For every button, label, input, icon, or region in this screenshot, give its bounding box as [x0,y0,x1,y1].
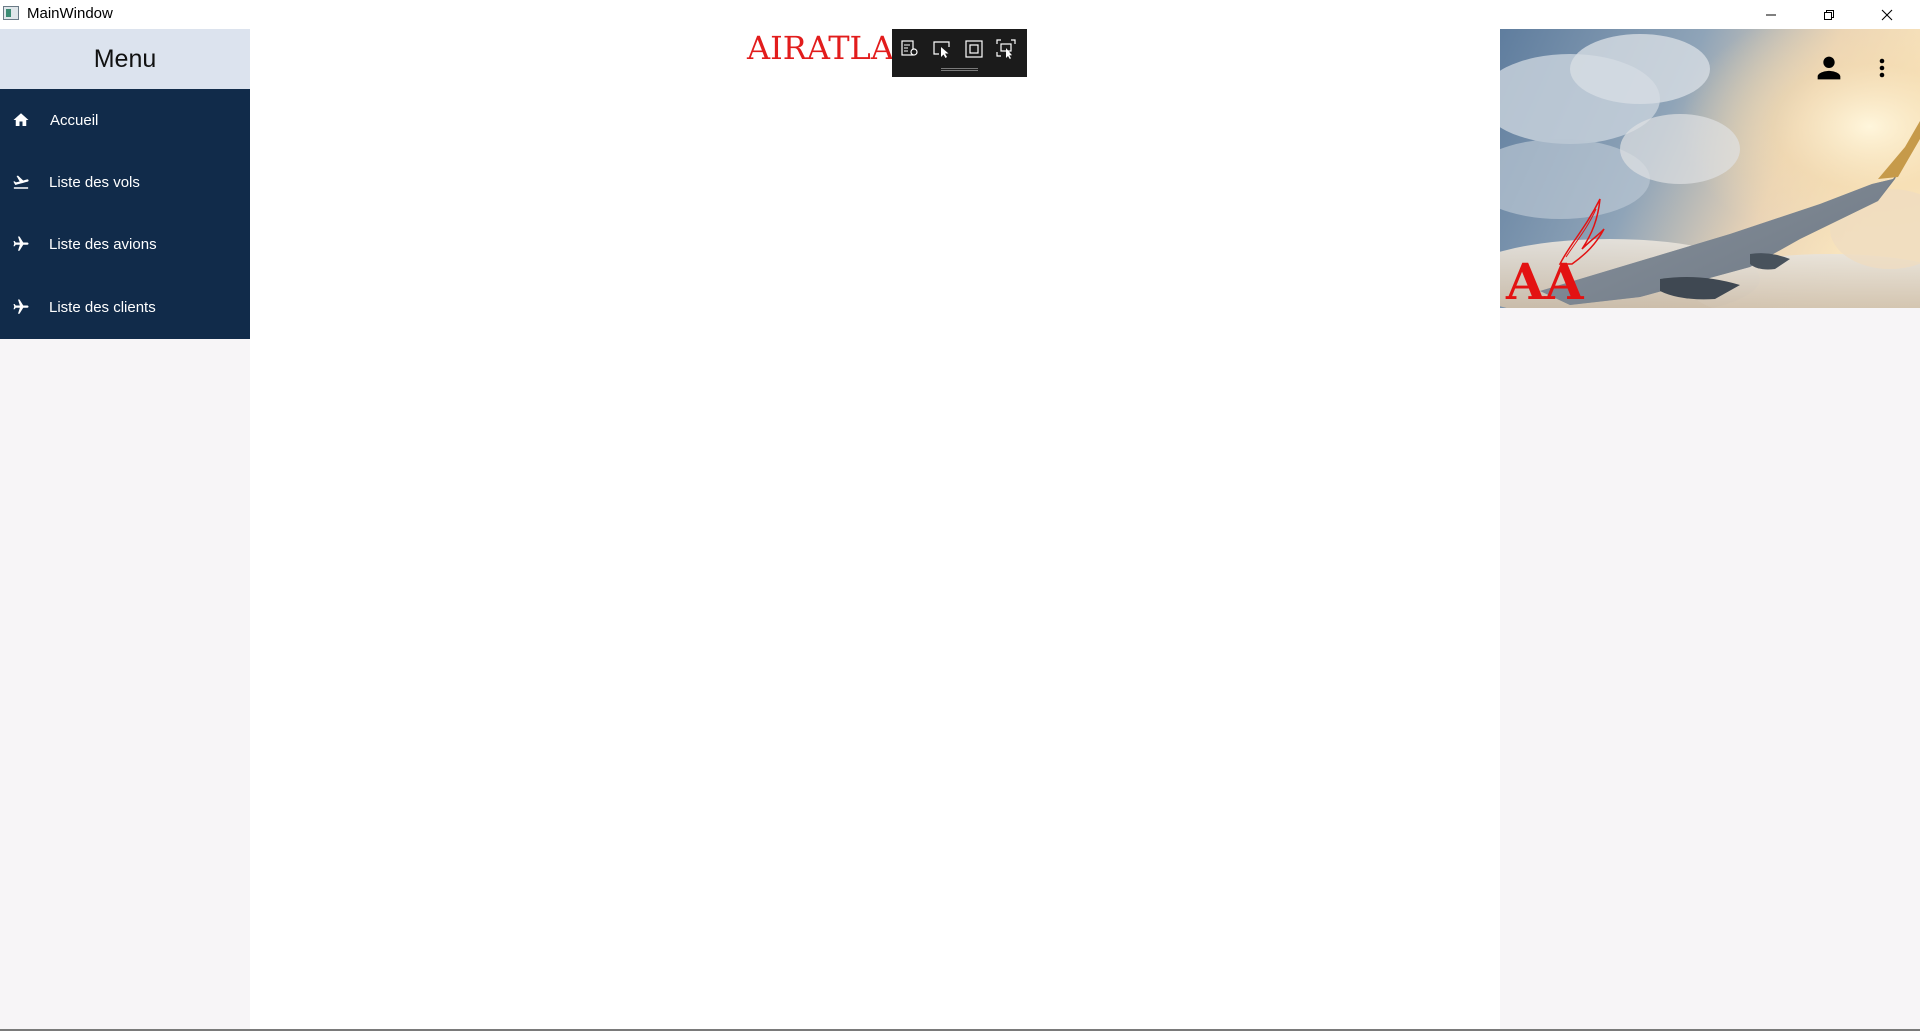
window-title: MainWindow [27,5,113,22]
brand-title: AIRATLA [747,29,894,67]
menu-title: Menu [93,44,157,73]
menu-header: Menu [0,29,250,89]
minimize-icon [1766,14,1776,15]
flight-takeoff-icon [11,172,31,192]
main-content: AIRATLA [250,29,1500,1031]
close-button[interactable] [1858,0,1916,29]
sidebar-item-label: Liste des vols [49,173,140,191]
sidebar-item-label: Liste des avions [49,235,157,253]
app-window-icon [3,6,19,20]
select-element-icon [933,41,950,58]
display-layout-adorners-button[interactable] [962,37,986,61]
track-focused-element-button[interactable] [994,37,1018,61]
toolbar-grip[interactable] [941,68,978,71]
minimize-button[interactable] [1742,0,1800,29]
select-element-button[interactable] [930,37,954,61]
sidebar: Menu Accueil Liste des vols Liste des av… [0,29,250,1031]
restore-icon [1824,9,1834,20]
live-visual-tree-icon [901,40,918,56]
account-button[interactable] [1810,49,1848,87]
svg-text:AA: AA [1505,252,1585,308]
home-icon [11,110,31,130]
title-bar[interactable]: MainWindow [0,0,1920,29]
sidebar-item-label: Accueil [50,111,99,129]
sidebar-item-liste-des-clients[interactable]: Liste des clients [0,276,250,338]
airplane-icon [11,297,31,317]
sidebar-item-liste-des-avions[interactable]: Liste des avions [0,213,250,275]
debug-toolbar[interactable] [892,29,1027,77]
hero-image: AA [1500,29,1920,308]
sidebar-item-liste-des-vols[interactable]: Liste des vols [0,151,250,213]
right-panel: AA [1500,29,1920,1031]
sidebar-nav: Accueil Liste des vols Liste des avions … [0,89,250,339]
sidebar-item-accueil[interactable]: Accueil [0,89,250,151]
airplane-icon [11,234,31,254]
account-icon [1817,56,1841,80]
airplane-wing-image: AA [1500,29,1920,308]
display-layout-adorners-icon [965,40,983,58]
restore-button[interactable] [1800,0,1858,29]
sidebar-item-label: Liste des clients [49,298,156,316]
more-options-button[interactable] [1872,49,1892,87]
more-vertical-icon [1879,58,1885,78]
live-visual-tree-button[interactable] [898,37,922,61]
main-window: MainWindow Menu Accueil Liste des vols L… [0,0,1920,1031]
close-icon [1881,9,1893,20]
track-focused-element-icon [996,39,1016,59]
